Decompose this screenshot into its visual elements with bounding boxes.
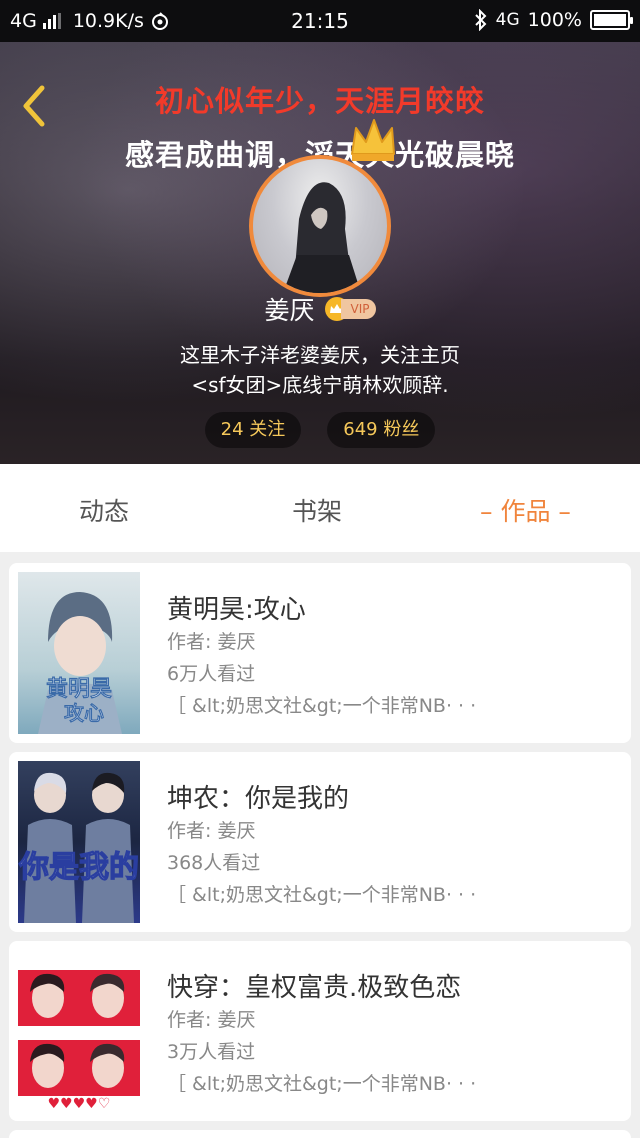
bluetooth-icon <box>474 9 487 31</box>
cover-hearts: ♥♥♥♥♡ <box>48 1096 111 1112</box>
book-title: 快穿：皇权富贵.极致色恋 <box>167 973 462 1003</box>
svg-text:黄明昊: 黄明昊 <box>46 677 112 702</box>
avatar-image <box>283 182 361 293</box>
book-author: 作者: 姜厌 <box>167 820 256 842</box>
battery-percent: 100% <box>527 9 582 31</box>
followers-button[interactable]: 649 粉丝 <box>327 412 436 448</box>
tab-works[interactable]: – 作品 – <box>480 492 571 528</box>
book-card[interactable]: 你是我的 坤农：你是我的 作者: 姜厌 368人看过 ［ &lt;奶思文社&gt… <box>9 752 631 932</box>
profile-header: 初心似年少，天涯月皎皎 感君成曲调，滔天火光破晨晓 姜厌 VIP 这里木子洋老婆… <box>0 42 640 464</box>
tab-dynamics[interactable]: 动态 <box>79 492 129 528</box>
book-author: 作者: 姜厌 <box>167 631 256 653</box>
following-button[interactable]: 24 关注 <box>204 412 302 448</box>
bio-line-2: <sf女团>底线宁萌林欢顾辞. <box>191 373 449 397</box>
vip-label: VIP <box>340 299 376 319</box>
bio-line-1: 这里木子洋老婆姜厌，关注主页 <box>180 343 460 367</box>
avatar[interactable] <box>249 155 391 297</box>
crown-icon <box>351 119 395 161</box>
book-card[interactable]: ♥♥♥♥♡ 快穿：皇权富贵.极致色恋 作者: 姜厌 3万人看过 ［ &lt;奶思… <box>9 941 631 1121</box>
book-views: 6万人看过 <box>167 663 256 685</box>
book-intro: ［ &lt;奶思文社&gt;一个非常NB· · · <box>167 884 477 906</box>
book-views: 368人看过 <box>167 852 261 874</box>
book-intro: ［ &lt;奶思文社&gt;一个非常NB· · · <box>167 695 477 717</box>
book-list: 黄明昊 攻心 黄明昊:攻心 作者: 姜厌 6万人看过 ［ &lt;奶思文社&gt… <box>0 552 640 1138</box>
username: 姜厌 <box>264 296 315 325</box>
username-row: 姜厌 VIP <box>0 291 640 327</box>
vip-badge[interactable]: VIP <box>324 297 376 321</box>
stats-row: 24 关注 649 粉丝 <box>0 412 640 448</box>
status-right: 4G 100% <box>474 9 633 31</box>
book-title: 黄明昊:攻心 <box>167 595 306 625</box>
book-card-partial[interactable] <box>9 1130 631 1138</box>
banner-line-1: 初心似年少，天涯月皎皎 <box>154 84 485 118</box>
svg-text:攻心: 攻心 <box>64 701 104 725</box>
bio: 这里木子洋老婆姜厌，关注主页 <sf女团>底线宁萌林欢顾辞. <box>0 340 640 400</box>
status-bar: 4G 10.9K/s 21:15 4G 100% <box>0 0 640 42</box>
book-cover: 你是我的 <box>18 761 140 923</box>
svg-text:你是我的: 你是我的 <box>18 850 139 885</box>
profile-tabs: 动态 书架 – 作品 – <box>0 464 640 552</box>
book-author: 作者: 姜厌 <box>167 1009 256 1031</box>
tab-bookshelf[interactable]: 书架 <box>292 492 342 528</box>
book-title: 坤农：你是我的 <box>167 784 350 814</box>
book-cover: ♥♥♥♥♡ <box>18 950 140 1112</box>
book-cover: 黄明昊 攻心 <box>18 572 140 734</box>
book-intro: ［ &lt;奶思文社&gt;一个非常NB· · · <box>167 1073 477 1095</box>
book-card[interactable]: 黄明昊 攻心 黄明昊:攻心 作者: 姜厌 6万人看过 ［ &lt;奶思文社&gt… <box>9 563 631 743</box>
book-views: 3万人看过 <box>167 1041 256 1063</box>
battery-icon <box>590 10 633 30</box>
network-right-label: 4G <box>495 10 520 30</box>
